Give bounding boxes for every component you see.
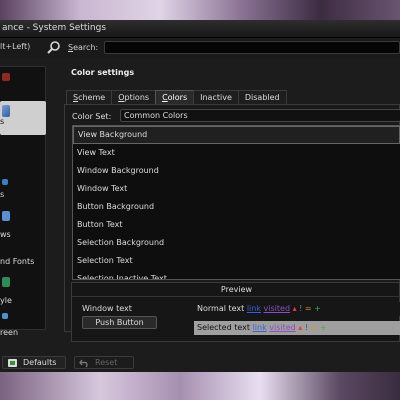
tab-options[interactable]: Options bbox=[111, 90, 157, 104]
preview-selected-link[interactable]: link bbox=[253, 323, 267, 332]
sidebar-item-style[interactable] bbox=[0, 139, 46, 169]
preview-link[interactable]: link bbox=[247, 304, 261, 313]
sidebar-item-label: nd Fonts bbox=[0, 257, 35, 266]
splash-screen-icon bbox=[2, 313, 8, 319]
preview-inactive-symbol: ! bbox=[299, 304, 303, 313]
color-set-select[interactable]: Common Colors bbox=[120, 109, 400, 122]
toolbar: lt+Left) Search: bbox=[0, 38, 400, 58]
bottom-button-bar: Defaults Reset bbox=[0, 356, 400, 372]
preview-frame: Preview Window text Push Button Normal t… bbox=[71, 282, 400, 342]
color-set-label: Color Set: bbox=[72, 112, 112, 121]
sidebar-item-label: yle bbox=[0, 296, 12, 305]
sidebar-item-label: ws bbox=[0, 230, 11, 239]
undo-icon bbox=[79, 359, 88, 368]
preview-normal-text: Normal text bbox=[197, 304, 245, 313]
tab-disabled[interactable]: Disabled bbox=[237, 90, 287, 104]
windows-icon bbox=[2, 211, 10, 221]
sidebar-item-icons[interactable]: s bbox=[0, 171, 46, 201]
shortcut-hint: lt+Left) bbox=[0, 42, 31, 51]
sidebar-item-colors[interactable]: s bbox=[0, 101, 46, 135]
sidebar-item-0[interactable] bbox=[0, 69, 46, 99]
preview-selected-negative-symbol: ▴ bbox=[298, 323, 303, 332]
list-item[interactable]: Window Background bbox=[73, 162, 400, 180]
search-label: Search: bbox=[68, 43, 99, 52]
sidebar-item-fonts[interactable]: nd Fonts bbox=[0, 243, 46, 273]
colors-icon bbox=[2, 105, 10, 117]
tab-colors[interactable]: Colors bbox=[155, 90, 195, 104]
list-item[interactable]: Button Background bbox=[73, 198, 400, 216]
list-item[interactable]: Selection Text bbox=[73, 252, 400, 270]
preview-neutral-symbol: = bbox=[304, 304, 312, 313]
preview-selected-visited-link[interactable]: visited bbox=[269, 323, 295, 332]
launch-feedback-icon bbox=[2, 277, 10, 287]
category-sidebar: s s ws nd Fonts yle reen bbox=[0, 66, 46, 337]
list-item[interactable]: View Background bbox=[73, 126, 400, 144]
sidebar-item-splash-screen[interactable]: reen bbox=[0, 305, 46, 337]
list-item[interactable]: View Text bbox=[73, 144, 400, 162]
preview-selected-text: Selected text bbox=[197, 323, 251, 332]
tab-inactive[interactable]: Inactive bbox=[193, 90, 239, 104]
defaults-label: Defaults bbox=[23, 358, 57, 367]
tab-bar: Scheme Options Colors Inactive Disabled bbox=[66, 90, 287, 104]
preview-group: Preview Window text Push Button Normal t… bbox=[71, 282, 400, 342]
preview-window-text: Window text bbox=[82, 304, 132, 313]
preview-selected-inactive-symbol: ! bbox=[304, 323, 309, 332]
list-item[interactable]: Window Text bbox=[73, 180, 400, 198]
search-input[interactable] bbox=[104, 41, 400, 54]
color-set-value: Common Colors bbox=[124, 111, 188, 120]
sidebar-item-launch-feedback[interactable]: yle bbox=[0, 271, 46, 305]
color-settings-panel: Color settings Scheme Options Colors Ina… bbox=[62, 58, 400, 346]
preview-title: Preview bbox=[72, 283, 400, 297]
list-item[interactable]: Button Text bbox=[73, 216, 400, 234]
icons-icon bbox=[2, 179, 8, 185]
preview-positive-symbol: + bbox=[314, 304, 321, 313]
list-item[interactable]: Selection Background bbox=[73, 234, 400, 252]
defaults-icon bbox=[8, 359, 17, 367]
reset-label: Reset bbox=[95, 358, 118, 367]
sidebar-item-label: s bbox=[0, 190, 5, 199]
preview-normal-text-row: Normal text link visited ▴ ! = + bbox=[194, 302, 400, 316]
page-title: Color settings bbox=[71, 68, 135, 77]
sidebar-item-label: s bbox=[0, 117, 5, 126]
preview-push-button[interactable]: Push Button bbox=[82, 316, 157, 329]
window-titlebar[interactable]: ance - System Settings bbox=[0, 20, 400, 38]
desktop-wallpaper-bottom bbox=[0, 372, 400, 400]
sidebar-item-windows[interactable]: ws bbox=[0, 207, 46, 239]
preview-selected-positive-symbol: + bbox=[319, 323, 327, 332]
reset-button[interactable]: Reset bbox=[74, 356, 134, 369]
appearance-icon bbox=[2, 73, 10, 81]
defaults-button[interactable]: Defaults bbox=[2, 356, 66, 369]
sidebar-item-label: reen bbox=[0, 328, 19, 337]
preview-selected-text-row: Selected text link visited ▴ ! = + bbox=[194, 321, 400, 335]
magnifier-icon bbox=[47, 41, 60, 54]
preview-selected-neutral-symbol: = bbox=[310, 323, 318, 332]
preview-visited-link[interactable]: visited bbox=[264, 304, 290, 313]
list-item[interactable]: Selection Inactive Text bbox=[73, 270, 400, 279]
tab-scheme[interactable]: Scheme bbox=[66, 90, 113, 104]
window-title: ance - System Settings bbox=[2, 23, 107, 33]
preview-negative-symbol: ▴ bbox=[292, 304, 297, 313]
color-role-list[interactable]: View Background View Text Window Backgro… bbox=[72, 125, 400, 280]
